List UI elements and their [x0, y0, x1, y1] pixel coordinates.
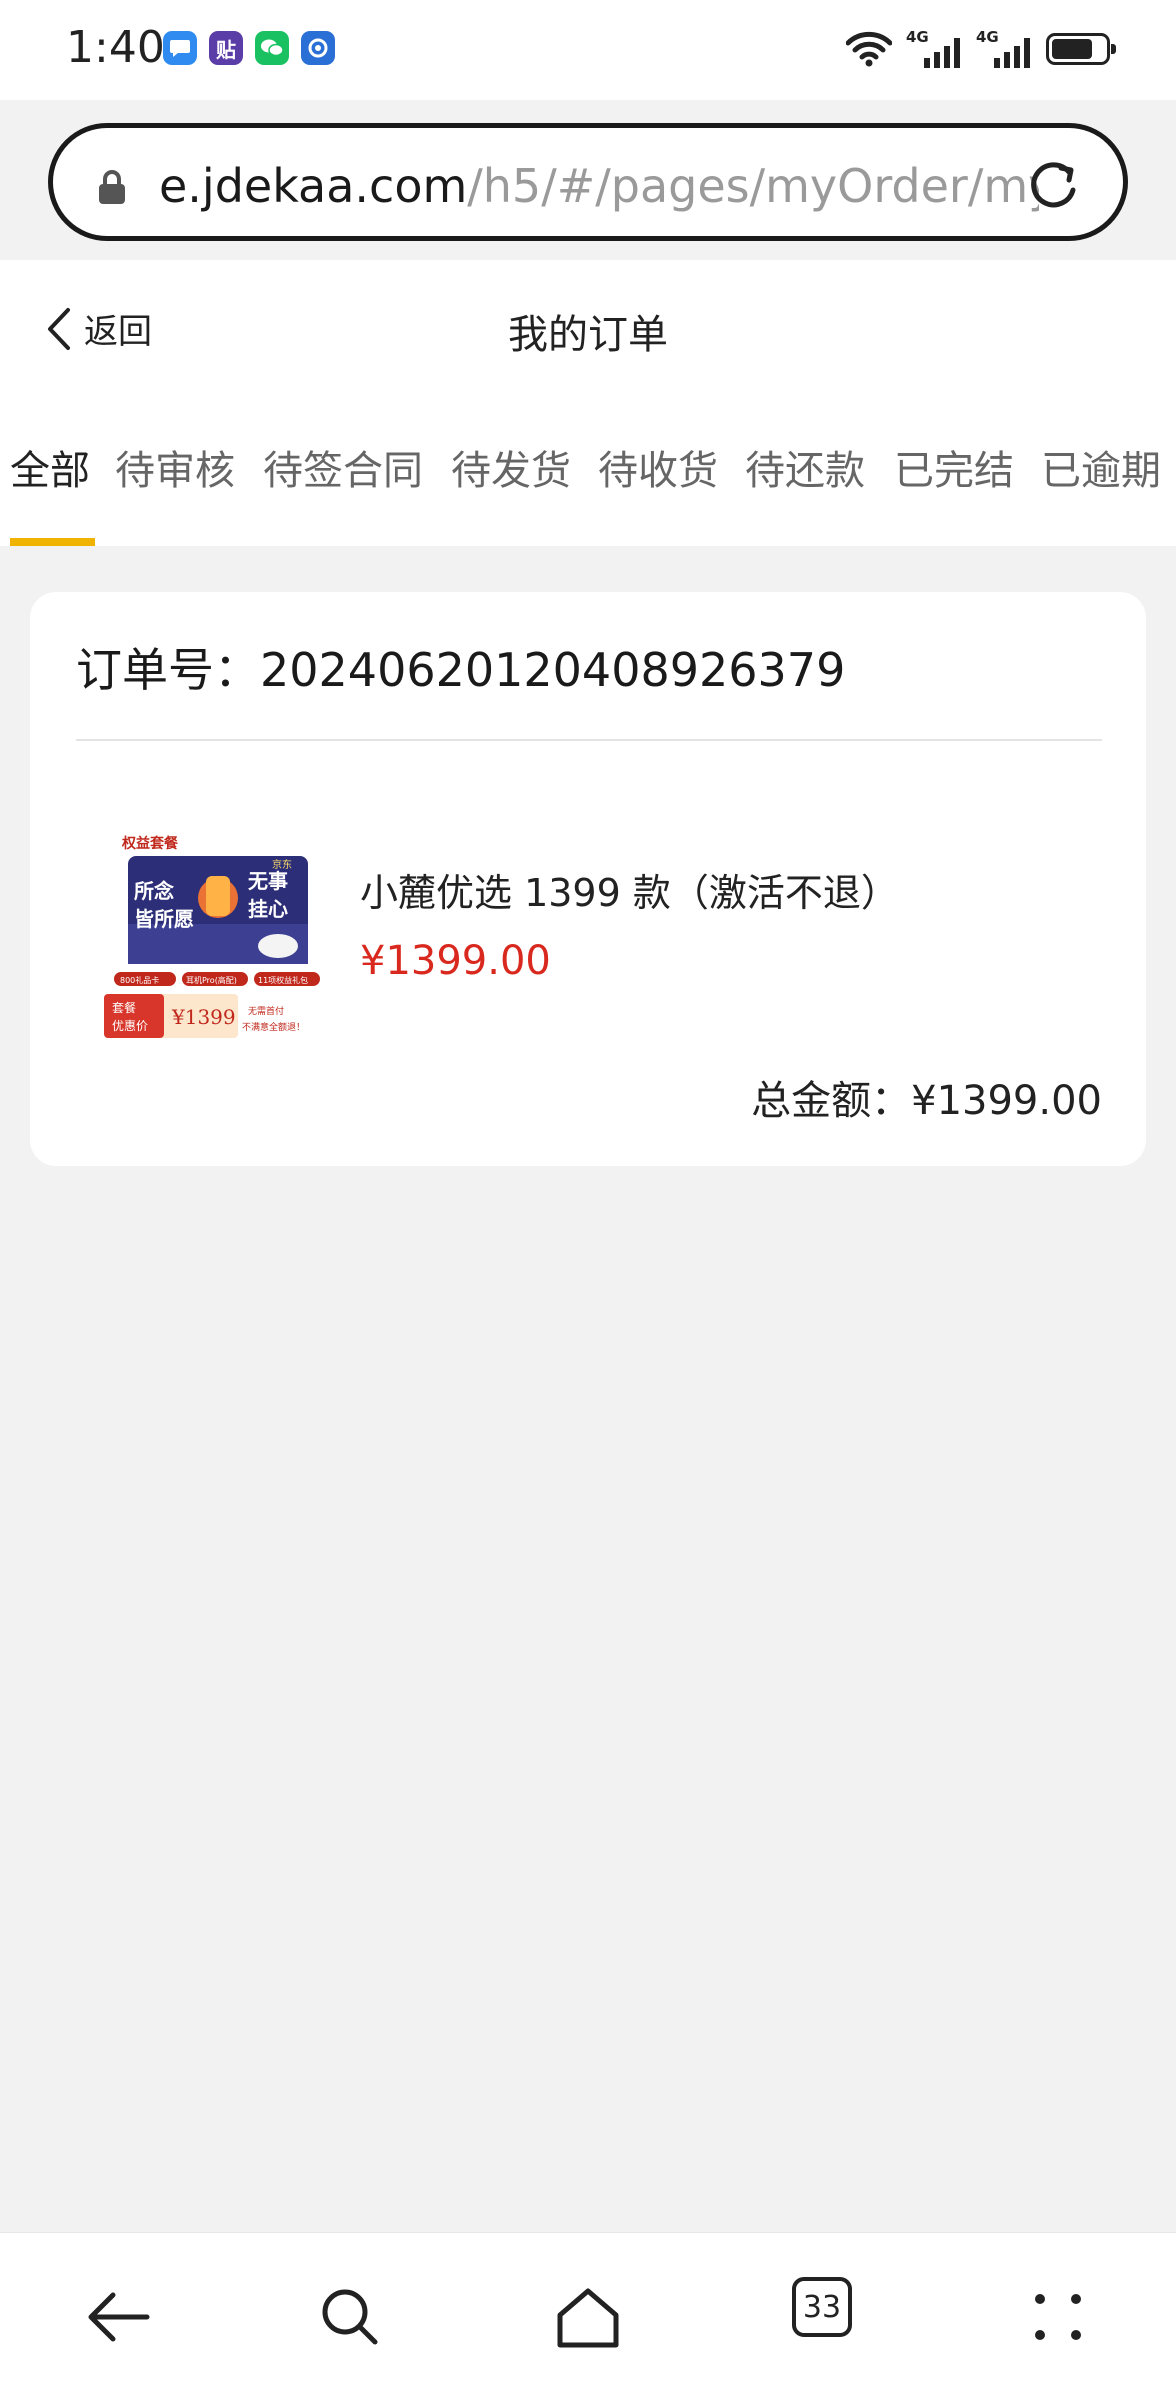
wifi-icon — [846, 31, 892, 67]
status-indicators: 4G 4G — [846, 28, 1116, 68]
notification-icons: 贴 — [163, 31, 335, 65]
url-path: /h5/#/pages/myOrder/my — [467, 159, 1039, 213]
product-name[interactable]: 小麓优选 1399 款（激活不退） — [360, 862, 899, 917]
svg-text:11项权益礼包: 11项权益礼包 — [258, 975, 308, 985]
status-bar: 1:40 贴 4G 4G — [0, 0, 1176, 100]
url-domain: e.jdekaa.com — [159, 159, 468, 213]
svg-text:优惠价: 优惠价 — [112, 1019, 148, 1033]
search-nav-button[interactable] — [310, 2277, 390, 2357]
svg-text:耳机Pro(高配): 耳机Pro(高配) — [186, 975, 237, 985]
svg-text:800礼品卡: 800礼品卡 — [120, 975, 159, 985]
tab-all[interactable]: 全部 — [10, 438, 90, 496]
tab-pending-repayment[interactable]: 待还款 — [745, 438, 865, 496]
order-status-tabs: 全部 待审核 待签合同 待发货 待收货 待还款 已完结 已逾期 — [0, 400, 1176, 546]
page-header: 返回 我的订单 — [0, 260, 1176, 400]
tab-count-badge: 33 — [792, 2277, 852, 2337]
card-divider — [76, 739, 1102, 741]
page-title: 我的订单 — [508, 312, 668, 358]
product-image: 权益套餐 所念 皆所愿 无事 挂心 京东 800礼品卡 耳机Pro(高配) 11… — [104, 835, 320, 1038]
address-bar[interactable]: e.jdekaa.com/h5/#/pages/myOrder/my — [48, 123, 1128, 241]
tieba-icon: 贴 — [209, 31, 243, 65]
reload-icon[interactable] — [1025, 156, 1083, 214]
tab-pending-receipt[interactable]: 待收货 — [598, 438, 718, 496]
menu-nav-button[interactable] — [1018, 2277, 1098, 2357]
menu-dots-icon — [1035, 2294, 1081, 2340]
home-nav-button[interactable] — [548, 2277, 628, 2357]
svg-text:套餐: 套餐 — [112, 1000, 136, 1015]
status-time: 1:40 — [66, 22, 165, 73]
active-tab-indicator — [10, 538, 95, 546]
blue-app-icon — [301, 31, 335, 65]
svg-text:所念: 所念 — [134, 879, 174, 903]
tabs-nav-button[interactable]: 33 — [792, 2277, 872, 2357]
tab-pending-shipment[interactable]: 待发货 — [451, 438, 571, 496]
back-nav-button[interactable] — [78, 2277, 158, 2357]
product-banner-text: 权益套餐 — [121, 835, 179, 852]
order-card[interactable]: 订单号：20240620120408926379 权益套餐 所念 皆所愿 无事 … — [30, 592, 1146, 1166]
order-number: 订单号：20240620120408926379 — [76, 643, 846, 697]
tab-pending-review[interactable]: 待审核 — [115, 438, 235, 496]
svg-text:皆所愿: 皆所愿 — [134, 907, 194, 931]
tab-pending-contract[interactable]: 待签合同 — [263, 438, 423, 496]
svg-text:无需首付: 无需首付 — [248, 1005, 284, 1017]
lock-icon — [99, 170, 125, 204]
message-bubble-icon — [163, 31, 197, 65]
product-price: ¥1399.00 — [360, 938, 551, 984]
wechat-icon — [255, 31, 289, 65]
order-total: 总金额：¥1399.00 — [751, 1078, 1102, 1124]
product-thumbnail[interactable]: 权益套餐 所念 皆所愿 无事 挂心 京东 800礼品卡 耳机Pro(高配) 11… — [102, 828, 328, 1046]
search-icon — [322, 2289, 378, 2345]
arrow-left-icon — [88, 2292, 150, 2342]
tab-overdue[interactable]: 已逾期 — [1041, 438, 1161, 496]
svg-text:无事: 无事 — [248, 869, 288, 893]
battery-icon — [1046, 33, 1116, 65]
url-text[interactable]: e.jdekaa.com/h5/#/pages/myOrder/my — [159, 158, 1039, 214]
svg-text:不满意全额退！: 不满意全额退！ — [242, 1021, 305, 1033]
home-icon — [557, 2288, 619, 2348]
svg-text:¥1399: ¥1399 — [171, 1005, 236, 1029]
signal-4g-icon: 4G — [906, 28, 962, 68]
browser-bottom-nav: 33 — [0, 2232, 1176, 2401]
svg-text:京东: 京东 — [272, 858, 292, 871]
signal-4g-icon: 4G — [976, 28, 1032, 68]
svg-text:挂心: 挂心 — [248, 897, 288, 921]
tab-completed[interactable]: 已完结 — [894, 438, 1014, 496]
